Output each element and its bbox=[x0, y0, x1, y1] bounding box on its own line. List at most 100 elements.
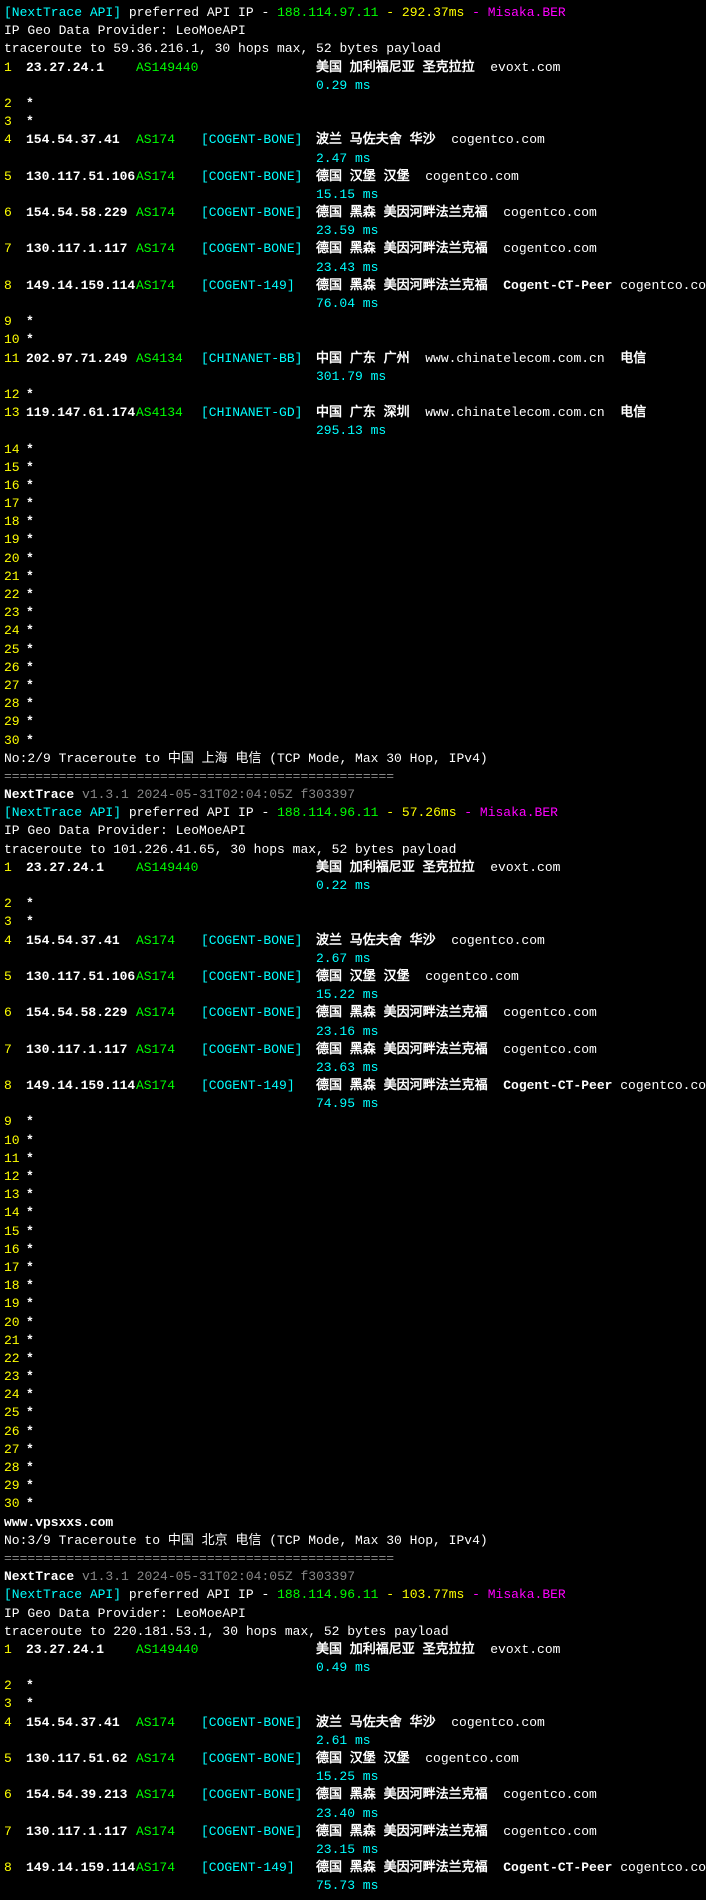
hop-row: 3* bbox=[4, 1695, 702, 1713]
provider-line: IP Geo Data Provider: LeoMoeAPI bbox=[4, 822, 702, 840]
hop-row: 9* bbox=[4, 1113, 702, 1131]
hop-row: 3* bbox=[4, 913, 702, 931]
hop-row: 7130.117.1.117AS174[COGENT-BONE]德国 黑森 美因… bbox=[4, 1823, 702, 1841]
hop-row: 123.27.24.1AS149440美国 加利福尼亚 圣克拉拉 evoxt.c… bbox=[4, 859, 702, 877]
hop-row: 18* bbox=[4, 1277, 702, 1295]
hop-row: 26* bbox=[4, 659, 702, 677]
hop-row: 24* bbox=[4, 1386, 702, 1404]
hop-latency: 2.61 ms bbox=[4, 1732, 702, 1750]
hop-row: 2* bbox=[4, 1677, 702, 1695]
hop-row: 19* bbox=[4, 531, 702, 549]
section-title: No:2/9 Traceroute to 中国 上海 电信 (TCP Mode,… bbox=[4, 750, 702, 768]
hop-latency: 0.49 ms bbox=[4, 1659, 702, 1677]
hop-row: 25* bbox=[4, 1404, 702, 1422]
hop-latency: 2.67 ms bbox=[4, 950, 702, 968]
provider-line: IP Geo Data Provider: LeoMoeAPI bbox=[4, 1605, 702, 1623]
hop-row: 29* bbox=[4, 1477, 702, 1495]
hop-row: 26* bbox=[4, 1423, 702, 1441]
hop-row: 27* bbox=[4, 1441, 702, 1459]
hop-row: 11202.97.71.249AS4134[CHINANET-BB]中国 广东 … bbox=[4, 350, 702, 368]
hop-row: 8149.14.159.114AS174[COGENT-149]德国 黑森 美因… bbox=[4, 1859, 702, 1877]
hop-row: 4154.54.37.41AS174[COGENT-BONE]波兰 马佐夫舍 华… bbox=[4, 932, 702, 950]
hop-row: 12* bbox=[4, 1168, 702, 1186]
hop-row: 19* bbox=[4, 1295, 702, 1313]
hop-row: 22* bbox=[4, 1350, 702, 1368]
terminal-output: [NextTrace API] preferred API IP - 188.1… bbox=[4, 4, 702, 1896]
hop-row: 16* bbox=[4, 1241, 702, 1259]
hop-row: 30* bbox=[4, 1495, 702, 1513]
hop-row: 30* bbox=[4, 732, 702, 750]
hop-row: 23* bbox=[4, 604, 702, 622]
hop-row: 15* bbox=[4, 459, 702, 477]
hop-row: 5130.117.51.106AS174[COGENT-BONE]德国 汉堡 汉… bbox=[4, 968, 702, 986]
hop-row: 29* bbox=[4, 713, 702, 731]
hop-row: 18* bbox=[4, 513, 702, 531]
section-title: No:3/9 Traceroute to 中国 北京 电信 (TCP Mode,… bbox=[4, 1532, 702, 1550]
hop-row: 17* bbox=[4, 1259, 702, 1277]
hop-row: 10* bbox=[4, 331, 702, 349]
hop-row: 7130.117.1.117AS174[COGENT-BONE]德国 黑森 美因… bbox=[4, 240, 702, 258]
hop-row: 20* bbox=[4, 550, 702, 568]
hop-latency: 75.73 ms bbox=[4, 1877, 702, 1895]
hop-latency: 301.79 ms bbox=[4, 368, 702, 386]
divider-line: ========================================… bbox=[4, 1550, 702, 1568]
hop-latency: 23.59 ms bbox=[4, 222, 702, 240]
hop-row: 14* bbox=[4, 441, 702, 459]
hop-row: 13119.147.61.174AS4134[CHINANET-GD]中国 广东… bbox=[4, 404, 702, 422]
hop-row: 8149.14.159.114AS174[COGENT-149]德国 黑森 美因… bbox=[4, 277, 702, 295]
provider-line: IP Geo Data Provider: LeoMoeAPI bbox=[4, 22, 702, 40]
hop-row: 8149.14.159.114AS174[COGENT-149]德国 黑森 美因… bbox=[4, 1077, 702, 1095]
hop-latency: 74.95 ms bbox=[4, 1095, 702, 1113]
hop-row: 20* bbox=[4, 1314, 702, 1332]
hop-latency: 23.16 ms bbox=[4, 1023, 702, 1041]
divider-line: ========================================… bbox=[4, 768, 702, 786]
hop-row: 15* bbox=[4, 1223, 702, 1241]
hop-row: 4154.54.37.41AS174[COGENT-BONE]波兰 马佐夫舍 华… bbox=[4, 131, 702, 149]
hop-row: 5130.117.51.106AS174[COGENT-BONE]德国 汉堡 汉… bbox=[4, 168, 702, 186]
hop-latency: 295.13 ms bbox=[4, 422, 702, 440]
hop-latency: 15.25 ms bbox=[4, 1768, 702, 1786]
hop-row: 10* bbox=[4, 1132, 702, 1150]
hop-row: 14* bbox=[4, 1204, 702, 1222]
version-line: NextTrace v1.3.1 2024-05-31T02:04:05Z f3… bbox=[4, 786, 702, 804]
hop-row: 5130.117.51.62AS174[COGENT-BONE]德国 汉堡 汉堡… bbox=[4, 1750, 702, 1768]
trace-header: traceroute to 101.226.41.65, 30 hops max… bbox=[4, 841, 702, 859]
hop-row: 24* bbox=[4, 622, 702, 640]
hop-row: 2* bbox=[4, 895, 702, 913]
hop-latency: 23.15 ms bbox=[4, 1841, 702, 1859]
hop-row: 6154.54.39.213AS174[COGENT-BONE]德国 黑森 美因… bbox=[4, 1786, 702, 1804]
hop-latency: 2.47 ms bbox=[4, 150, 702, 168]
hop-row: 123.27.24.1AS149440美国 加利福尼亚 圣克拉拉 evoxt.c… bbox=[4, 1641, 702, 1659]
hop-row: 9* bbox=[4, 313, 702, 331]
hop-row: 7130.117.1.117AS174[COGENT-BONE]德国 黑森 美因… bbox=[4, 1041, 702, 1059]
api-line: [NextTrace API] preferred API IP - 188.1… bbox=[4, 4, 702, 22]
hop-row: 6154.54.58.229AS174[COGENT-BONE]德国 黑森 美因… bbox=[4, 1004, 702, 1022]
hop-latency: 23.40 ms bbox=[4, 1805, 702, 1823]
api-line: [NextTrace API] preferred API IP - 188.1… bbox=[4, 1586, 702, 1604]
hop-row: 28* bbox=[4, 695, 702, 713]
hop-row: 17* bbox=[4, 495, 702, 513]
hop-row: 13* bbox=[4, 1186, 702, 1204]
hop-row: 25* bbox=[4, 641, 702, 659]
hop-row: 12* bbox=[4, 386, 702, 404]
hop-latency: 76.04 ms bbox=[4, 295, 702, 313]
hop-latency: 15.22 ms bbox=[4, 986, 702, 1004]
api-line: [NextTrace API] preferred API IP - 188.1… bbox=[4, 804, 702, 822]
hop-row: 11* bbox=[4, 1150, 702, 1168]
hop-row: 6154.54.58.229AS174[COGENT-BONE]德国 黑森 美因… bbox=[4, 204, 702, 222]
hop-row: 23* bbox=[4, 1368, 702, 1386]
hop-row: 2* bbox=[4, 95, 702, 113]
hop-latency: 0.22 ms bbox=[4, 877, 702, 895]
hop-latency: 15.15 ms bbox=[4, 186, 702, 204]
hop-row: 123.27.24.1AS149440美国 加利福尼亚 圣克拉拉 evoxt.c… bbox=[4, 59, 702, 77]
hop-latency: 23.63 ms bbox=[4, 1059, 702, 1077]
hop-row: 3* bbox=[4, 113, 702, 131]
hop-row: 27* bbox=[4, 677, 702, 695]
watermark-text: www.vpsxxs.com bbox=[4, 1514, 702, 1532]
trace-header: traceroute to 59.36.216.1, 30 hops max, … bbox=[4, 40, 702, 58]
hop-latency: 23.43 ms bbox=[4, 259, 702, 277]
hop-row: 28* bbox=[4, 1459, 702, 1477]
hop-row: 22* bbox=[4, 586, 702, 604]
hop-row: 16* bbox=[4, 477, 702, 495]
trace-header: traceroute to 220.181.53.1, 30 hops max,… bbox=[4, 1623, 702, 1641]
